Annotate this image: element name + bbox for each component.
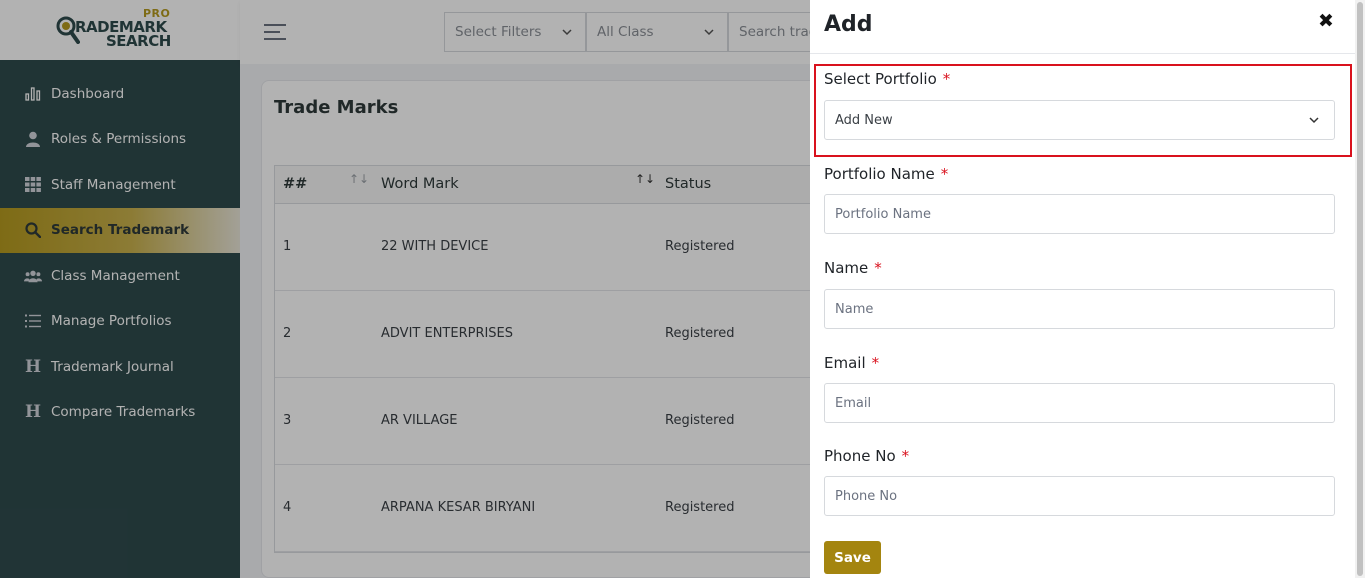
chevron-down-icon <box>1309 117 1319 124</box>
email-label: Email * <box>824 354 879 372</box>
portfolio-name-placeholder: Portfolio Name <box>835 206 931 222</box>
required-mark: * <box>901 447 910 465</box>
name-label: Name * <box>824 259 882 277</box>
select-portfolio-label: Select Portfolio * <box>824 70 950 88</box>
label-text: Select Portfolio <box>824 70 937 88</box>
close-icon[interactable]: ✖ <box>1318 10 1334 32</box>
label-text: Phone No <box>824 447 896 465</box>
required-mark: * <box>942 70 951 88</box>
name-input[interactable]: Name <box>824 289 1335 329</box>
name-placeholder: Name <box>835 301 874 317</box>
phone-label: Phone No * <box>824 447 909 465</box>
label-text: Name <box>824 259 869 277</box>
phone-input[interactable]: Phone No <box>824 476 1335 516</box>
portfolio-name-label: Portfolio Name * <box>824 165 948 183</box>
email-placeholder: Email <box>835 395 872 411</box>
email-field[interactable]: Email <box>824 383 1335 423</box>
drawer-title: Add <box>824 12 873 37</box>
label-text: Portfolio Name <box>824 165 935 183</box>
portfolio-name-input[interactable]: Portfolio Name <box>824 194 1335 234</box>
label-text: Email <box>824 354 866 372</box>
portfolio-select-value: Add New <box>835 112 893 128</box>
portfolio-select[interactable]: Add New <box>824 100 1335 140</box>
add-portfolio-drawer: Add ✖ Select Portfolio * Add New Portfoli… <box>810 0 1355 578</box>
required-mark: * <box>871 354 880 372</box>
required-mark: * <box>940 165 949 183</box>
drawer-divider <box>810 53 1355 54</box>
save-button[interactable]: Save <box>824 541 881 574</box>
required-mark: * <box>874 259 882 277</box>
scrollbar-thumb[interactable] <box>1357 2 1363 576</box>
phone-placeholder: Phone No <box>835 488 898 504</box>
